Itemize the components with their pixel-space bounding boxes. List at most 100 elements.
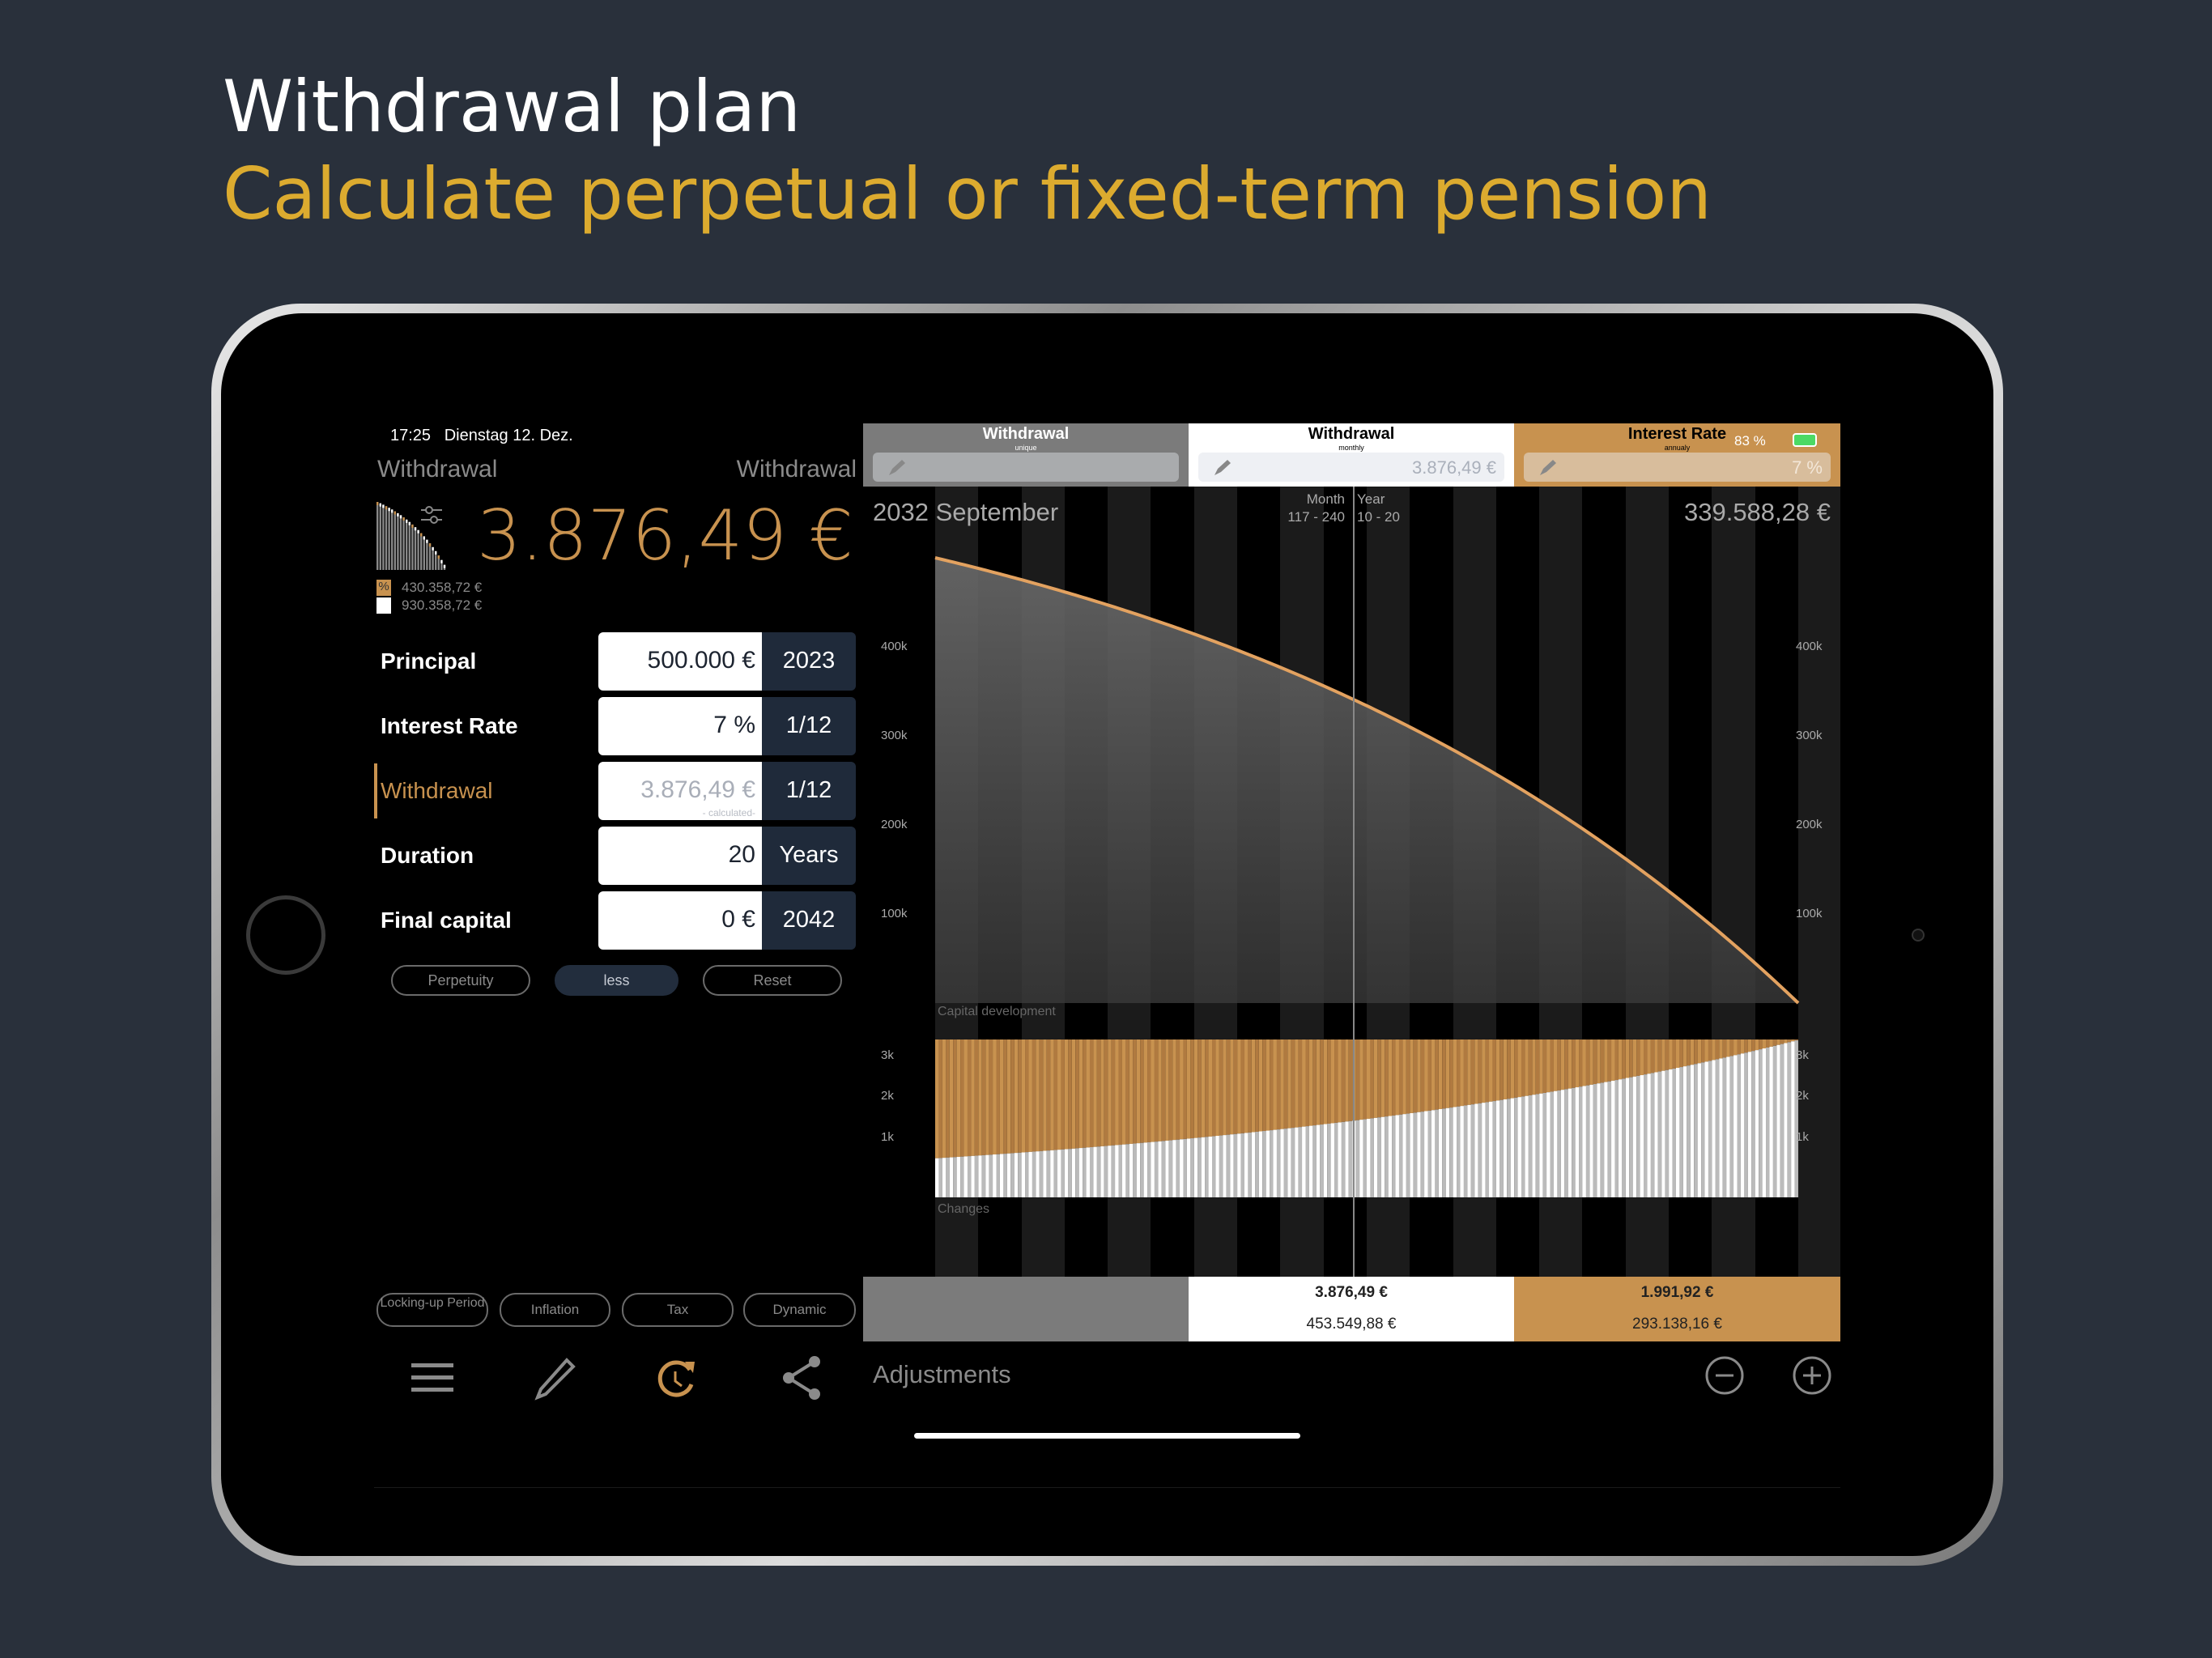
principal-bar [1546,1092,1551,1197]
history-icon[interactable] [656,1357,698,1401]
less-button[interactable]: less [555,965,678,996]
home-button[interactable] [246,895,325,975]
mini-bar-cap [437,555,440,559]
interest-bar [1449,1039,1453,1108]
interest-bar [1276,1039,1281,1130]
interest-bar [1219,1039,1223,1136]
row-value-input[interactable]: 3.876,49 € - calculated- [598,762,762,820]
interest-bar [1539,1039,1543,1094]
capital-chart-label: Capital development [938,1005,1056,1018]
row-unit-button[interactable]: 1/12 [762,762,856,820]
mini-bar-cap [397,512,399,517]
capital-y-tick: 400k [1796,640,1823,653]
principal-bar [1154,1141,1159,1197]
interest-bar [1266,1039,1270,1131]
row-unit-button[interactable]: 1/12 [762,697,856,755]
interest-bar [1373,1039,1378,1118]
interest-bar [1183,1039,1187,1139]
capital-y-tick: 100k [881,907,908,920]
row-unit-button[interactable]: Years [762,827,856,885]
interest-bar [1136,1039,1141,1144]
interest-bar [1338,1039,1342,1123]
principal-bar [1373,1117,1378,1197]
principal-bar [1740,1053,1745,1197]
principal-bar [1564,1089,1568,1197]
sliders-icon[interactable] [419,504,444,528]
interest-bar [1359,1039,1363,1120]
reset-button[interactable]: Reset [703,965,842,996]
interest-bar [1367,1039,1371,1119]
mini-bar-cap [417,529,419,534]
mini-bar-cap [414,527,417,531]
camera-icon [1912,929,1925,942]
interest-bar [1348,1039,1353,1121]
home-indicator[interactable] [914,1433,1300,1439]
minus-circle-icon[interactable] [1704,1355,1745,1396]
principal-bar [1014,1153,1019,1197]
interest-bar [1579,1039,1583,1087]
interest-bar [1320,1039,1324,1125]
row-value-input[interactable]: 0 € [598,891,762,950]
principal-bar [1161,1141,1166,1197]
interest-bar [1201,1039,1206,1137]
principal-bar [1039,1150,1044,1197]
mini-bar [393,511,396,570]
interest-bar [1470,1039,1475,1105]
interest-bar [1604,1039,1608,1082]
principal-bar [938,1158,942,1197]
summary-total-withdrawal: 453.549,88 € [1306,1316,1397,1333]
dynamic-button[interactable]: Dynamic [743,1293,856,1327]
interest-bar [938,1039,942,1158]
interest-bar [1223,1039,1227,1136]
pencil-icon[interactable] [534,1357,576,1401]
principal-bar [1424,1111,1428,1197]
interest-bar [1121,1039,1126,1145]
interest-bar [1093,1039,1097,1147]
row-unit-button[interactable]: 2042 [762,891,856,950]
interest-bar [1611,1039,1615,1081]
principal-bar [1083,1147,1087,1197]
principal-bar [1510,1098,1515,1197]
row-value: 500.000 € [647,647,755,674]
interest-bar [1759,1039,1763,1050]
inflation-button[interactable]: Inflation [500,1293,610,1327]
interest-bar [1402,1039,1406,1115]
principal-bar [1190,1138,1194,1197]
principal-bar [1618,1079,1623,1197]
principal-bar [1607,1081,1612,1197]
interest-bar [963,1039,968,1157]
row-unit-button[interactable]: 2023 [762,632,856,691]
principal-bar [1704,1061,1708,1197]
interest-bar [999,1039,1004,1154]
row-value-input[interactable]: 7 % [598,697,762,755]
principal-bar [1316,1124,1321,1197]
principal-bar [1330,1123,1335,1197]
interest-bar [1553,1039,1558,1091]
interest-bar [1589,1039,1593,1085]
plus-circle-icon[interactable] [1792,1355,1832,1396]
plan-charts[interactable] [863,423,1840,1278]
mini-bar [406,519,408,570]
principal-bar [1140,1142,1144,1197]
principal-bar [1582,1086,1586,1197]
row-value-input[interactable]: 500.000 € [598,632,762,691]
input-row-principal: Principal 500.000 € 2023 [374,632,861,691]
interest-bar [1298,1039,1303,1128]
mini-bar [426,539,428,570]
row-value-input[interactable]: 20 [598,827,762,885]
principal-bar [1460,1106,1464,1197]
interest-bar [1312,1039,1317,1126]
principal-bar [989,1154,993,1197]
perpetuity-button[interactable]: Perpetuity [391,965,530,996]
summary-withdrawal: 3.876,49 € 453.549,88 € [1189,1277,1514,1341]
menu-icon[interactable] [411,1360,453,1396]
interest-bar [1305,1039,1309,1127]
interest-bar [1726,1039,1730,1057]
interest-bar [1772,1039,1777,1046]
principal-bar [996,1154,1000,1197]
share-icon[interactable] [781,1355,823,1401]
tax-button[interactable]: Tax [622,1293,734,1327]
interest-bar [1118,1039,1122,1146]
locking-up-period-button[interactable]: Locking-up Period [376,1293,488,1327]
interest-bar [1582,1039,1586,1086]
